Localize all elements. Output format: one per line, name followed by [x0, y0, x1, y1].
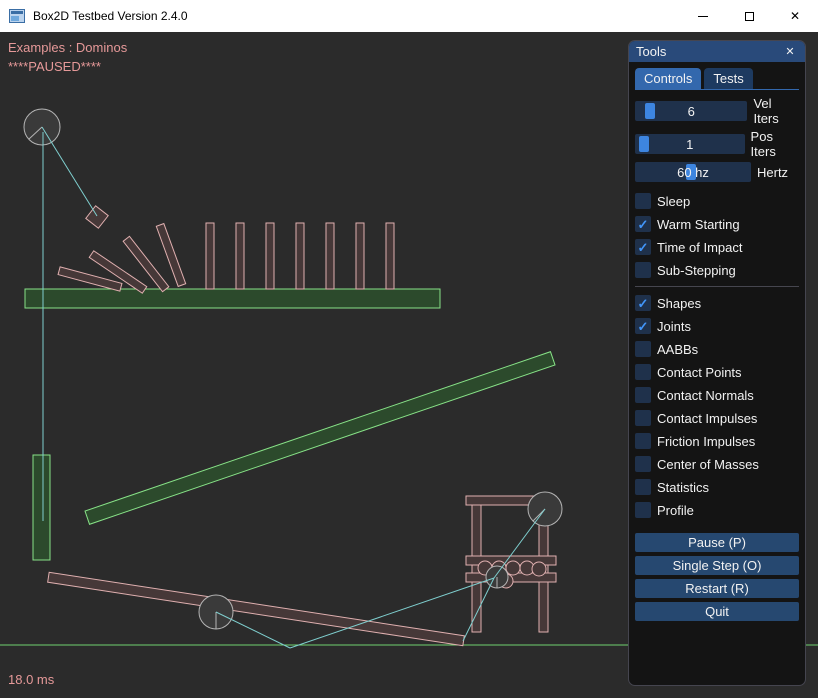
- paused-label: ****PAUSED****: [8, 59, 101, 74]
- pendulum-weight: [86, 206, 108, 228]
- checkbox-box: [635, 364, 651, 380]
- checkbox-box: ✓: [635, 239, 651, 255]
- minimize-icon: [698, 16, 708, 17]
- example-label: Examples : Dominos: [8, 40, 127, 55]
- checkbox-box: [635, 502, 651, 518]
- vertical-column: [33, 455, 50, 560]
- dominos: [58, 223, 394, 293]
- slider-value: 6: [635, 101, 747, 121]
- checkbox-box: [635, 410, 651, 426]
- pause-button[interactable]: Pause (P): [635, 533, 799, 552]
- slider-value: 60 hz: [635, 162, 751, 182]
- slider-label: Hertz: [757, 165, 788, 180]
- slider-label: Pos Iters: [751, 129, 799, 159]
- checkbox-label: Center of Masses: [657, 457, 759, 472]
- window-title: Box2D Testbed Version 2.4.0: [33, 9, 680, 23]
- hertz-slider[interactable]: 60 hz: [635, 162, 751, 182]
- slider-label: Vel Iters: [753, 96, 799, 126]
- checkbox-box: [635, 433, 651, 449]
- checkbox-shapes[interactable]: ✓ Shapes: [635, 295, 799, 311]
- checkbox-label: Contact Points: [657, 365, 742, 380]
- checkbox-label: Contact Impulses: [657, 411, 757, 426]
- checkbox-box: [635, 193, 651, 209]
- checkbox-sub-stepping[interactable]: Sub-Stepping: [635, 262, 799, 278]
- single-step-button[interactable]: Single Step (O): [635, 556, 799, 575]
- hertz-row: 60 hz Hertz: [635, 162, 799, 182]
- tab-tests[interactable]: Tests: [704, 68, 752, 89]
- pos-iters-slider[interactable]: 1: [635, 134, 745, 154]
- checkbox-box: [635, 262, 651, 278]
- checkbox-profile[interactable]: Profile: [635, 502, 799, 518]
- domino-platform: [25, 289, 440, 308]
- tab-controls[interactable]: Controls: [635, 68, 701, 89]
- check-icon: ✓: [638, 218, 649, 231]
- checkbox-label: Contact Normals: [657, 388, 754, 403]
- app-window: Box2D Testbed Version 2.4.0 ✕: [0, 0, 818, 698]
- checkbox-time-of-impact[interactable]: ✓ Time of Impact: [635, 239, 799, 255]
- tilted-plank: [48, 572, 465, 645]
- checkbox-label: Shapes: [657, 296, 701, 311]
- tab-bar: Controls Tests: [635, 68, 799, 90]
- checkbox-label: Sub-Stepping: [657, 263, 736, 278]
- checkbox-center-of-masses[interactable]: Center of Masses: [635, 456, 799, 472]
- tools-panel-body: Controls Tests 6 Vel Iters 1: [629, 62, 805, 685]
- sliders-block: 6 Vel Iters 1 Pos Iters: [635, 96, 799, 185]
- checkbox-box: [635, 387, 651, 403]
- app-icon: [9, 9, 25, 23]
- checkbox-label: Profile: [657, 503, 694, 518]
- buttons-block: Pause (P) Single Step (O) Restart (R) Qu…: [635, 533, 799, 625]
- checkbox-contact-impulses[interactable]: Contact Impulses: [635, 410, 799, 426]
- checkbox-label: Warm Starting: [657, 217, 740, 232]
- checkbox-label: AABBs: [657, 342, 698, 357]
- checkbox-aabbs[interactable]: AABBs: [635, 341, 799, 357]
- checkbox-label: Joints: [657, 319, 691, 334]
- os-titlebar[interactable]: Box2D Testbed Version 2.4.0 ✕: [0, 0, 818, 32]
- checkbox-statistics[interactable]: Statistics: [635, 479, 799, 495]
- tools-panel-titlebar[interactable]: Tools ✕: [629, 41, 805, 62]
- checkbox-contact-normals[interactable]: Contact Normals: [635, 387, 799, 403]
- checkbox-box: [635, 456, 651, 472]
- separator: [635, 286, 799, 287]
- checkbox-friction-impulses[interactable]: Friction Impulses: [635, 433, 799, 449]
- restart-button[interactable]: Restart (R): [635, 579, 799, 598]
- checkbox-box: ✓: [635, 295, 651, 311]
- vel-iters-row: 6 Vel Iters: [635, 96, 799, 126]
- maximize-icon: [745, 12, 754, 21]
- checkbox-box: ✓: [635, 216, 651, 232]
- slider-value: 1: [635, 134, 745, 154]
- close-button[interactable]: ✕: [772, 0, 818, 32]
- minimize-button[interactable]: [680, 0, 726, 32]
- checkbox-label: Sleep: [657, 194, 690, 209]
- checkbox-box: ✓: [635, 318, 651, 334]
- panel-title-text: Tools: [636, 44, 666, 59]
- quit-button[interactable]: Quit: [635, 602, 799, 621]
- pos-iters-row: 1 Pos Iters: [635, 129, 799, 159]
- checkbox-contact-points[interactable]: Contact Points: [635, 364, 799, 380]
- checkbox-sleep[interactable]: Sleep: [635, 193, 799, 209]
- checkbox-box: [635, 341, 651, 357]
- panel-close-icon[interactable]: ✕: [782, 44, 798, 60]
- check-icon: ✓: [638, 297, 649, 310]
- checkbox-label: Friction Impulses: [657, 434, 755, 449]
- check-icon: ✓: [638, 320, 649, 333]
- vel-iters-slider[interactable]: 6: [635, 101, 747, 121]
- checkbox-label: Time of Impact: [657, 240, 742, 255]
- tools-panel: Tools ✕ Controls Tests 6 Vel Iters: [628, 40, 806, 686]
- check-icon: ✓: [638, 241, 649, 254]
- checkbox-warm-starting[interactable]: ✓ Warm Starting: [635, 216, 799, 232]
- checkbox-label: Statistics: [657, 480, 709, 495]
- simulation-canvas[interactable]: Examples : Dominos ****PAUSED**** 18.0 m…: [0, 32, 818, 698]
- checkbox-joints[interactable]: ✓ Joints: [635, 318, 799, 334]
- frame-time-label: 18.0 ms: [8, 672, 54, 687]
- checkbox-box: [635, 479, 651, 495]
- close-icon: ✕: [790, 10, 800, 22]
- maximize-button[interactable]: [726, 0, 772, 32]
